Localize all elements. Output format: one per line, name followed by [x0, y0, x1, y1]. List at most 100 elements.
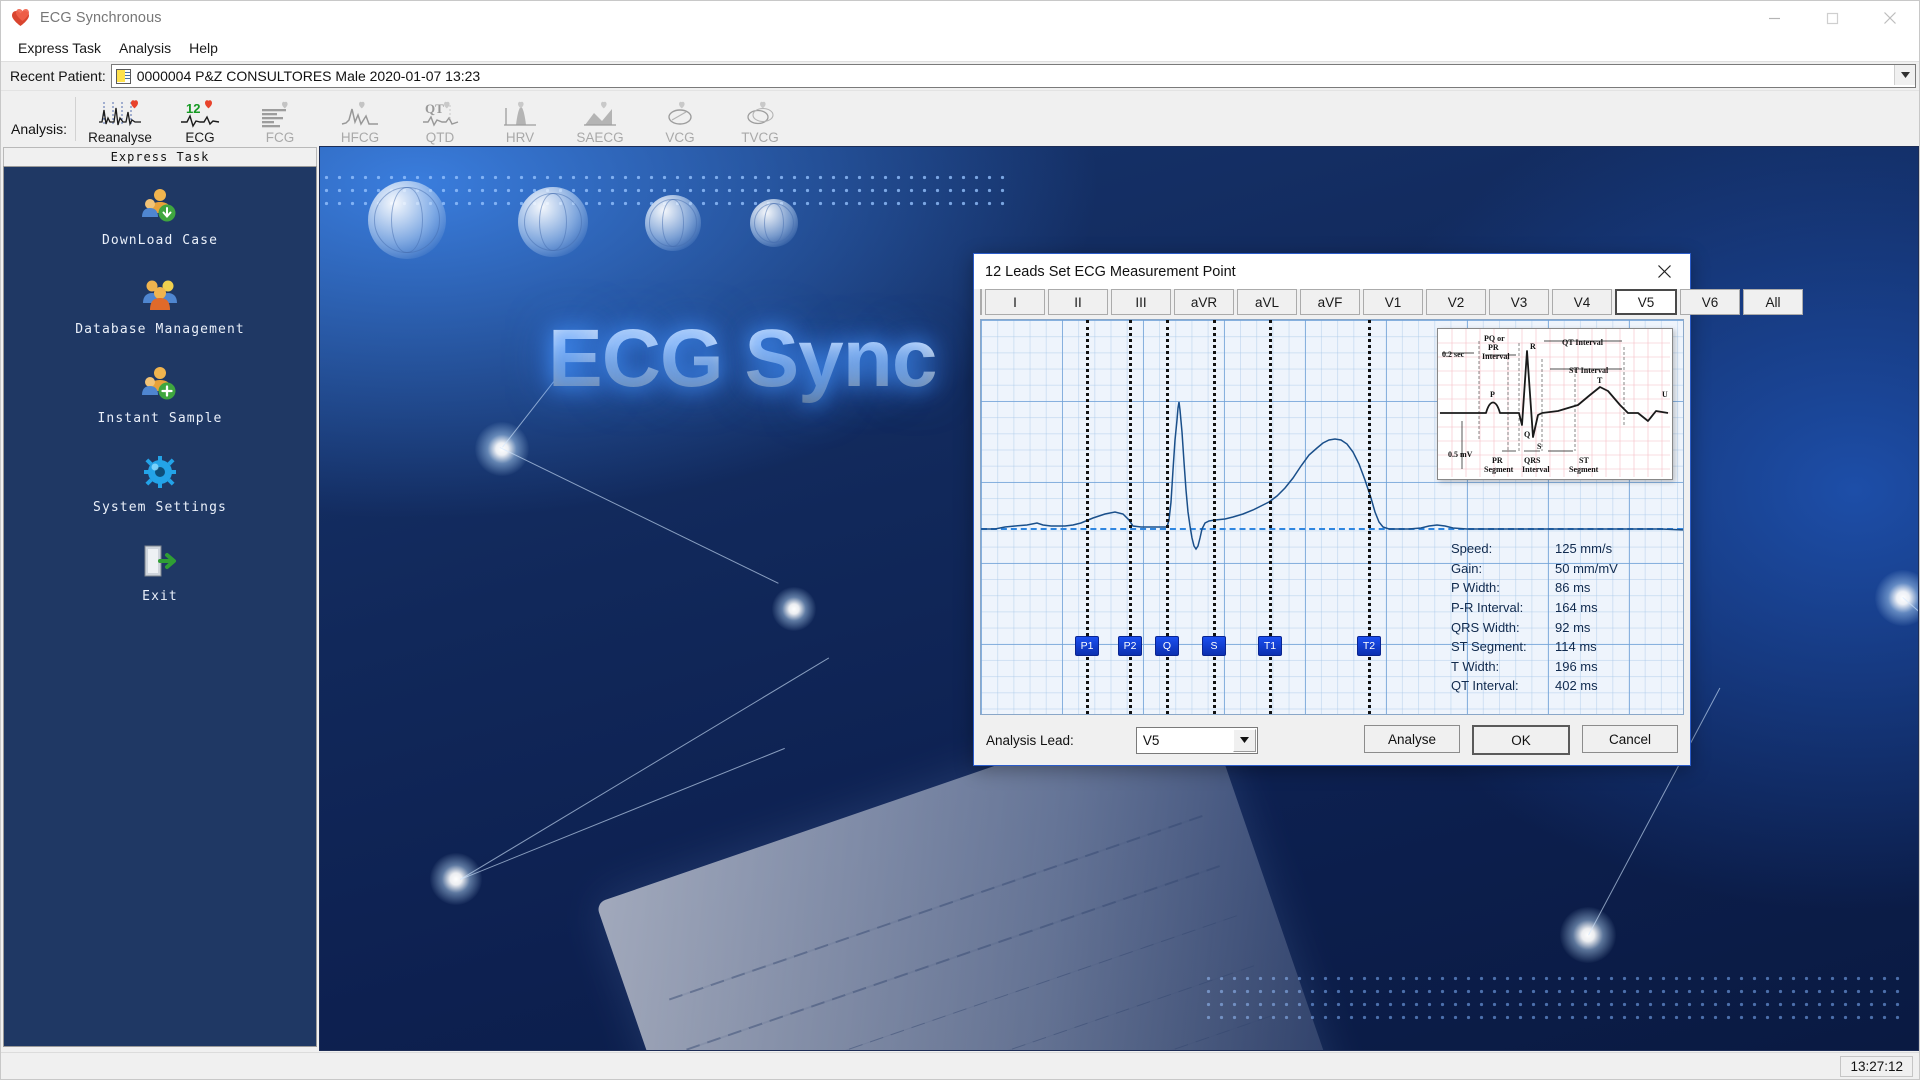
- svg-text:Interval: Interval: [1482, 352, 1510, 361]
- toolbar-item-hfcg[interactable]: HFCG: [320, 98, 400, 149]
- ok-button[interactable]: OK: [1472, 725, 1570, 755]
- measurement-row: ST Segment: 114 ms: [1451, 637, 1618, 657]
- tab-lead-III[interactable]: III: [1111, 289, 1171, 315]
- toolbar-label-fcg: FCG: [265, 130, 295, 145]
- app-logo-text: ECG Sync: [548, 313, 937, 404]
- analysis-lead-value: V5: [1142, 732, 1160, 748]
- chevron-down-icon[interactable]: [1232, 728, 1256, 752]
- download-case-icon: [140, 187, 180, 223]
- close-icon[interactable]: [1642, 257, 1686, 287]
- measurement-value: 86 ms: [1555, 580, 1591, 596]
- connector-beam-2: [499, 447, 779, 584]
- maximize-button[interactable]: [1803, 1, 1861, 35]
- measurement-key: T Width:: [1451, 658, 1500, 674]
- tab-lead-All[interactable]: All: [1743, 289, 1803, 315]
- dialog-footer: Analysis Lead: V5 Analyse OK Cancel: [974, 715, 1690, 765]
- tab-lead-V1[interactable]: V1: [1363, 289, 1423, 315]
- menu-help[interactable]: Help: [180, 38, 227, 58]
- tab-lead-I[interactable]: I: [985, 289, 1045, 315]
- tab-lead-V3[interactable]: V3: [1489, 289, 1549, 315]
- svg-text:QT Interval: QT Interval: [1562, 338, 1604, 347]
- svg-text:12: 12: [186, 101, 200, 116]
- ecg-12lead-icon: 12: [178, 98, 222, 128]
- fcg-icon: [258, 98, 302, 128]
- analysis-lead-select[interactable]: V5: [1135, 726, 1258, 754]
- svg-text:Interval: Interval: [1522, 465, 1550, 474]
- svg-text:T: T: [1597, 376, 1603, 385]
- toolbar-item-ecg[interactable]: 12 ECG: [160, 98, 240, 149]
- svg-text:Segment: Segment: [1569, 465, 1599, 474]
- close-button[interactable]: [1861, 1, 1919, 35]
- sidebar-item-system-settings[interactable]: System Settings: [4, 454, 316, 515]
- tab-lead-V5[interactable]: V5: [1615, 289, 1677, 315]
- measurement-value: 50 mm/mV: [1555, 560, 1618, 576]
- toolbar-item-reanalyse[interactable]: Reanalyse: [80, 98, 160, 149]
- minimize-button[interactable]: [1745, 1, 1803, 35]
- marker-t1[interactable]: T1: [1258, 636, 1282, 656]
- measurement-row: QT Interval: 402 ms: [1451, 676, 1618, 696]
- sidebar-label-download-case: DownLoad Case: [101, 233, 219, 248]
- toolbar-label-qtd: QTD: [425, 130, 455, 145]
- analyse-button[interactable]: Analyse: [1364, 725, 1460, 753]
- globe-icon-2: [518, 187, 588, 257]
- exit-icon: [140, 543, 180, 579]
- cancel-button[interactable]: Cancel: [1582, 725, 1678, 753]
- toolbar-item-vcg[interactable]: VCG: [640, 98, 720, 149]
- measurement-row: Speed: 125 mm/s: [1451, 539, 1618, 559]
- svg-text:ST: ST: [1579, 456, 1589, 465]
- svg-text:PQ or: PQ or: [1484, 334, 1505, 343]
- tab-lead-II[interactable]: II: [1048, 289, 1108, 315]
- menu-express-task[interactable]: Express Task: [9, 38, 110, 58]
- tab-lead-aVF[interactable]: aVF: [1300, 289, 1360, 315]
- measurement-value: 164 ms: [1555, 600, 1598, 616]
- sidebar-label-instant-sample: Instant Sample: [97, 411, 223, 426]
- measurement-key: Speed:: [1451, 541, 1493, 557]
- sidebar-item-instant-sample[interactable]: Instant Sample: [4, 365, 316, 426]
- toolbar-item-hrv[interactable]: HRV: [480, 98, 560, 149]
- toolbar-item-saecg[interactable]: SAECG: [560, 98, 640, 149]
- svg-text:S: S: [1537, 442, 1542, 451]
- marker-t2[interactable]: T2: [1357, 636, 1381, 656]
- globe-icon-4: [750, 199, 798, 247]
- ecg-waveform-area[interactable]: P1 P2 Q S T1 T2 P Q R S T U PQ or PR Int…: [980, 319, 1684, 715]
- chevron-down-icon[interactable]: [1894, 65, 1915, 85]
- marker-p2[interactable]: P2: [1118, 636, 1142, 656]
- star-glow-5: [1875, 570, 1918, 626]
- menu-analysis[interactable]: Analysis: [110, 38, 180, 58]
- marker-s[interactable]: S: [1202, 636, 1226, 656]
- instant-sample-icon: [140, 365, 180, 401]
- tab-lead-V2[interactable]: V2: [1426, 289, 1486, 315]
- measurement-value: 114 ms: [1555, 639, 1597, 655]
- toolbar-item-fcg[interactable]: FCG: [240, 98, 320, 149]
- dialog-title: 12 Leads Set ECG Measurement Point: [985, 263, 1236, 280]
- tab-lead-V4[interactable]: V4: [1552, 289, 1612, 315]
- toolbar-divider: [75, 96, 77, 141]
- marker-p1[interactable]: P1: [1075, 636, 1099, 656]
- sidebar-item-download-case[interactable]: DownLoad Case: [4, 187, 316, 248]
- svg-text:0.5 mV: 0.5 mV: [1448, 450, 1473, 459]
- saecg-icon: [578, 98, 622, 128]
- recent-patient-bar: Recent Patient: 0000004 P&Z CONSULTORES …: [1, 61, 1919, 90]
- recent-patient-combo[interactable]: 0000004 P&Z CONSULTORES Male 2020-01-07 …: [110, 64, 1916, 88]
- measurement-point-dialog: 12 Leads Set ECG Measurement Point Set V…: [973, 253, 1803, 766]
- toolbar-label-reanalyse: Reanalyse: [88, 130, 152, 145]
- sidebar-item-database-management[interactable]: Database Management: [4, 276, 316, 337]
- toolbar-label-vcg: VCG: [665, 130, 695, 145]
- tab-lead-V6[interactable]: V6: [1680, 289, 1740, 315]
- recent-patient-label: Recent Patient:: [10, 68, 106, 84]
- toolbar-item-qtd[interactable]: QT QTD: [400, 98, 480, 149]
- svg-text:U: U: [1662, 390, 1668, 399]
- globe-icon-1: [368, 181, 446, 259]
- system-settings-icon: [140, 454, 180, 490]
- status-bar: 13:27:12: [1, 1052, 1919, 1079]
- sidebar-header: Express Task: [3, 147, 317, 166]
- toolbar-label-saecg: SAECG: [576, 130, 624, 145]
- toolbar-item-tvcg[interactable]: TVCG: [720, 98, 800, 149]
- marker-q[interactable]: Q: [1155, 636, 1179, 656]
- sidebar-item-exit[interactable]: Exit: [4, 543, 316, 604]
- dialog-button-group: Analyse OK Cancel: [1364, 725, 1682, 755]
- status-clock: 13:27:12: [1840, 1055, 1913, 1077]
- tab-lead-aVR[interactable]: aVR: [1174, 289, 1234, 315]
- tab-lead-aVL[interactable]: aVL: [1237, 289, 1297, 315]
- menu-bar: Express Task Analysis Help: [1, 35, 1919, 61]
